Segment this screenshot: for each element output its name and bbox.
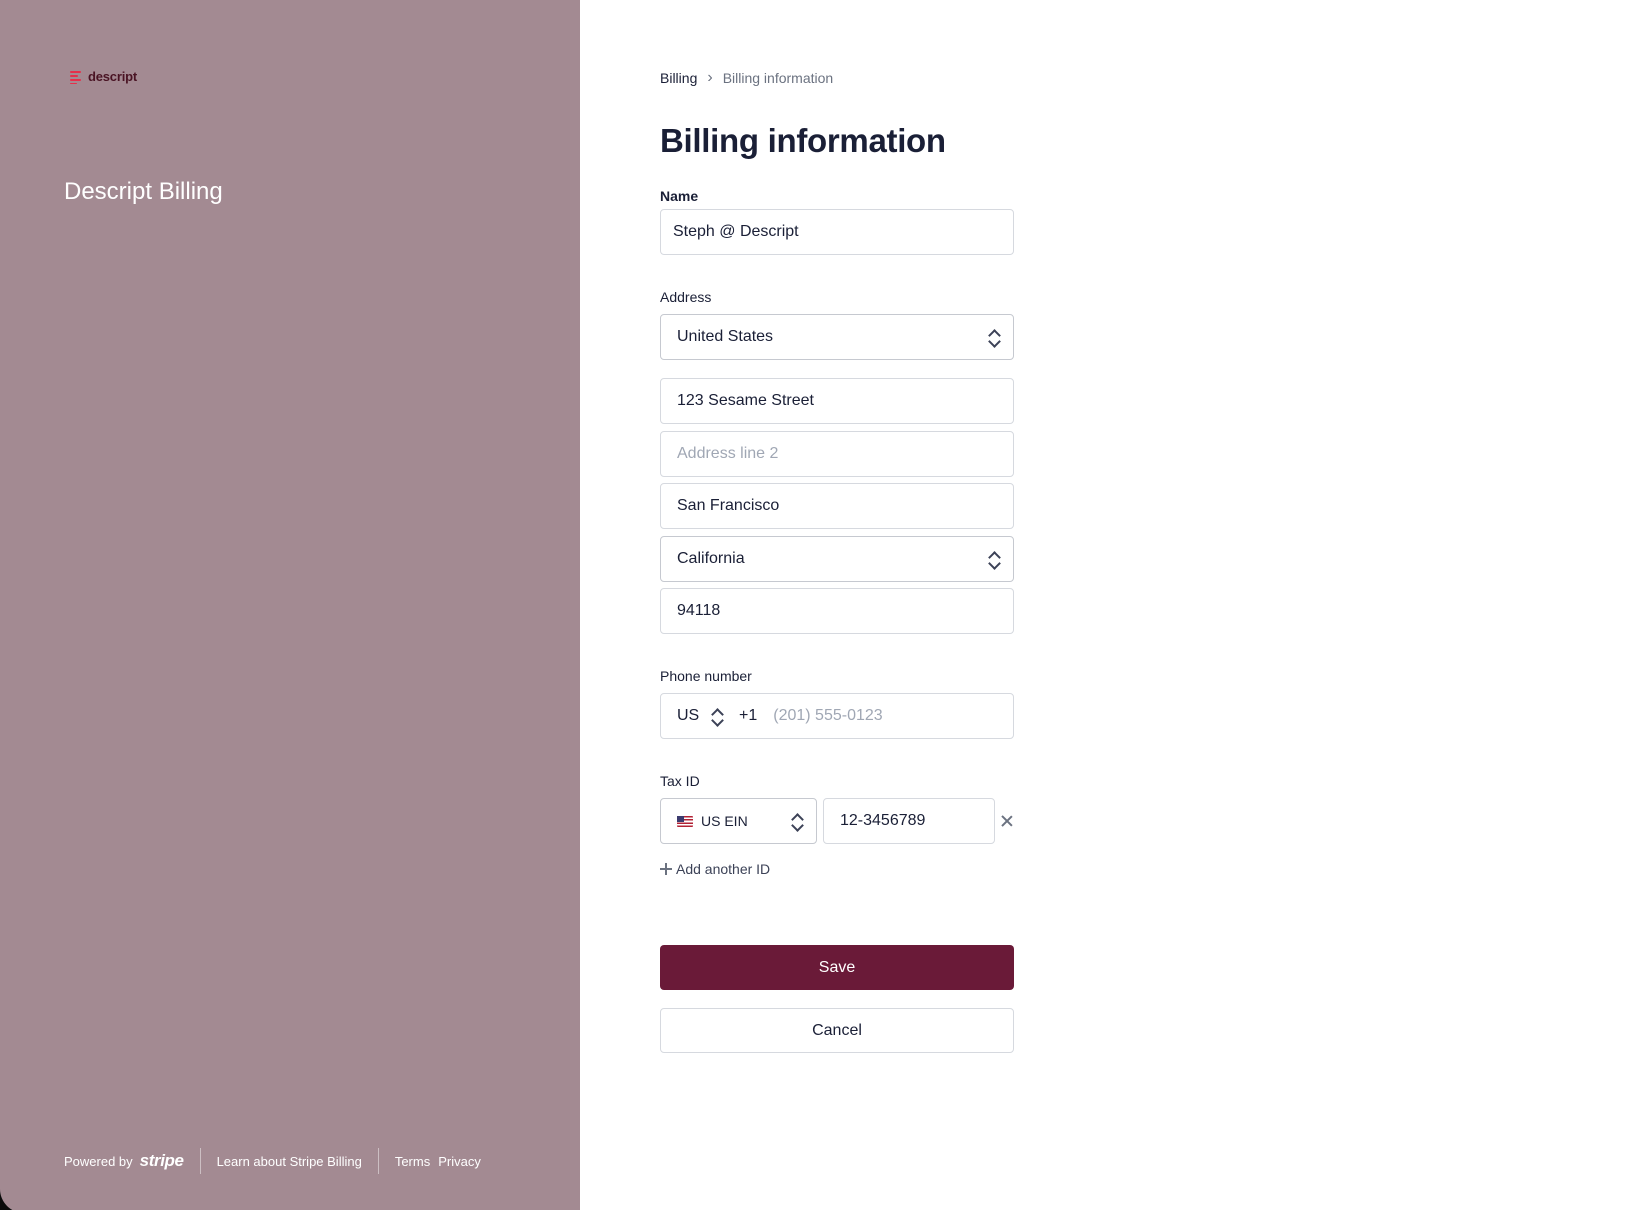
- state-value: California: [677, 550, 745, 567]
- tax-id-input[interactable]: 12-3456789: [823, 798, 995, 844]
- state-select[interactable]: California: [660, 536, 1014, 582]
- add-another-id-label: Add another ID: [676, 861, 771, 877]
- country-value: United States: [677, 328, 774, 345]
- phone-country-value: US: [677, 707, 700, 724]
- page-title: Billing information: [660, 122, 946, 159]
- save-button[interactable]: Save: [660, 945, 1014, 990]
- main-panel: Billing › Billing information Billing in…: [580, 0, 1634, 1210]
- address-line2-input[interactable]: Address line 2: [660, 431, 1014, 477]
- descript-logo[interactable]: descript: [70, 69, 137, 84]
- tax-id-type-select[interactable]: US EIN: [660, 798, 817, 844]
- add-another-id-button[interactable]: Add another ID: [660, 861, 770, 877]
- tax-id-label: Tax ID: [660, 773, 700, 789]
- plus-icon: [660, 863, 672, 875]
- chevron-right-icon: ›: [707, 69, 713, 86]
- breadcrumb: Billing › Billing information: [660, 69, 833, 87]
- terms-link[interactable]: Terms: [395, 1154, 430, 1169]
- footer-divider: [199, 1148, 201, 1174]
- phone-input[interactable]: (201) 555-0123: [773, 707, 882, 725]
- brand-panel: descript Descript Billing Powered by str…: [0, 0, 580, 1210]
- address-line1-input[interactable]: 123 Sesame Street: [660, 378, 1014, 424]
- brand-title: Descript Billing: [64, 178, 223, 205]
- name-input[interactable]: Steph @ Descript: [660, 209, 1014, 255]
- phone-country-code: +1: [739, 707, 758, 724]
- powered-by-text: Powered by: [64, 1153, 133, 1169]
- footer: Powered by stripe Learn about Stripe Bil…: [64, 1148, 481, 1174]
- us-flag-icon: [677, 815, 693, 827]
- cancel-button[interactable]: Cancel: [660, 1008, 1014, 1053]
- breadcrumb-billing[interactable]: Billing: [660, 70, 697, 86]
- chevron-updown-icon: [791, 812, 803, 830]
- phone-field: US +1 (201) 555-0123: [660, 693, 1014, 739]
- powered-by-stripe[interactable]: Powered by stripe: [64, 1151, 184, 1171]
- country-select[interactable]: United States: [660, 314, 1014, 360]
- city-input[interactable]: San Francisco: [660, 483, 1014, 529]
- remove-tax-id-icon[interactable]: [1000, 814, 1014, 828]
- privacy-link[interactable]: Privacy: [438, 1154, 481, 1169]
- descript-logo-icon: [70, 70, 84, 84]
- footer-divider: [377, 1148, 379, 1174]
- zip-input[interactable]: 94118: [660, 588, 1014, 634]
- phone-label: Phone number: [660, 668, 752, 684]
- phone-country-select[interactable]: US: [677, 694, 729, 738]
- chevron-updown-icon: [711, 707, 723, 725]
- logo-text: descript: [88, 69, 137, 84]
- tax-id-type-value: US EIN: [701, 813, 748, 829]
- learn-stripe-billing-link[interactable]: Learn about Stripe Billing: [217, 1154, 362, 1169]
- address-label: Address: [660, 289, 712, 305]
- stripe-logo: stripe: [139, 1151, 184, 1170]
- breadcrumb-current: Billing information: [722, 70, 834, 86]
- chevron-updown-icon: [988, 550, 1000, 568]
- name-label: Name: [660, 188, 699, 204]
- chevron-updown-icon: [988, 328, 1000, 346]
